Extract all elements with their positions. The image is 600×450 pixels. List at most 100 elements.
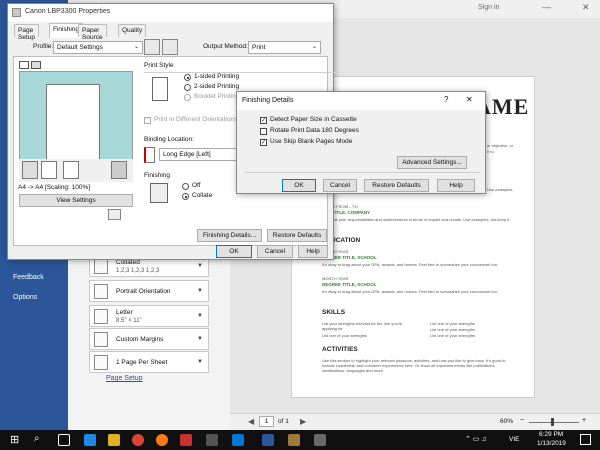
app-icon-brown[interactable]	[288, 434, 300, 446]
radio-2-sided[interactable]	[184, 84, 191, 91]
stack-icon[interactable]	[22, 161, 38, 179]
chevron-down-icon: ▼	[197, 263, 203, 269]
minimize-icon[interactable]: —	[542, 2, 551, 12]
chevron-down-icon: ▼	[197, 336, 203, 342]
fd-help-button[interactable]: Help	[437, 179, 475, 192]
preview-layout-icon[interactable]	[19, 61, 29, 69]
card-label: Collated	[116, 259, 140, 266]
preview-caption: A4 -> A4 [Scaling: 100%]	[18, 184, 91, 191]
rotate-print-data-label: Rotate Print Data 180 Degrees	[270, 127, 359, 134]
radio-finishing-collate[interactable]	[182, 193, 189, 200]
preview-printer-icon[interactable]	[31, 61, 41, 69]
sidebar-item-options[interactable]: Options	[13, 294, 37, 301]
offset-icon[interactable]	[63, 161, 79, 179]
radio-1-sided[interactable]	[184, 74, 191, 81]
fd-ok-button[interactable]: OK	[282, 179, 316, 192]
dialog-title: Finishing Details	[242, 97, 294, 104]
tab-page-setup[interactable]: Page Setup	[14, 24, 39, 41]
divider	[144, 72, 339, 73]
file-explorer-icon[interactable]	[108, 434, 120, 446]
edit-profile-button[interactable]	[162, 39, 178, 55]
zoom-slider-thumb[interactable]	[551, 418, 554, 426]
clock-date[interactable]: 1/13/2019	[537, 440, 566, 447]
fd-cancel-button[interactable]: Cancel	[323, 179, 357, 192]
app-icon-red[interactable]	[180, 434, 192, 446]
doc-text: ur objective, or	[487, 143, 514, 148]
rotate-print-data-checkbox[interactable]	[260, 128, 267, 135]
doc-text: DATES FROM – TO	[322, 204, 358, 209]
output-method-value: Print	[252, 44, 266, 51]
doc-list-item: List one of your strengths	[430, 321, 475, 326]
printer-taskbar-icon[interactable]	[314, 434, 326, 446]
tab-paper-source[interactable]: Paper Source	[78, 24, 107, 41]
finishing-details-dialog: Finishing Details ? ✕ ✓ Detect Paper Siz…	[236, 91, 486, 194]
view-settings-button[interactable]: View Settings	[19, 194, 133, 207]
option-1-sided-label: 1-sided Printing	[194, 73, 240, 80]
zoom-in-icon[interactable]: +	[582, 417, 586, 424]
cancel-button[interactable]: Cancel	[257, 245, 293, 258]
notifications-icon[interactable]	[580, 434, 591, 445]
printer-settings-icon[interactable]	[108, 209, 121, 220]
finishing-label: Finishing	[144, 172, 171, 179]
output-tray-icon[interactable]	[111, 161, 127, 179]
search-icon[interactable]: ⌕	[34, 433, 40, 444]
finishing-details-button[interactable]: Finishing Details...	[197, 229, 262, 242]
close-icon[interactable]: ✕	[582, 2, 590, 13]
add-profile-button[interactable]	[144, 39, 160, 55]
dialog-title: Canon LBP3300 Properties	[25, 8, 111, 15]
doc-list-item: List one of your strengths	[322, 333, 367, 338]
advanced-settings-button[interactable]: Advanced Settings...	[397, 156, 467, 169]
help-icon[interactable]: ?	[444, 95, 448, 104]
preview-navigation-bar: ◀ 1 of 1 ▶ 60% − +	[230, 413, 600, 430]
radio-booklet[interactable]	[184, 94, 191, 101]
sidebar-item-feedback[interactable]: Feedback	[13, 274, 44, 281]
next-page-icon[interactable]: ▶	[300, 417, 306, 426]
zoom-out-icon[interactable]: −	[520, 417, 524, 424]
binding-location-select[interactable]: Long Edge [Left]	[159, 148, 248, 161]
input-language[interactable]: VIE	[509, 436, 519, 443]
windows-taskbar: ⊞ ⌕ ⌃ ▭ ♫ VIE 6:29 PM 1/13/2019	[0, 430, 600, 450]
detect-paper-size-checkbox[interactable]: ✓	[260, 117, 267, 124]
skip-blank-pages-checkbox[interactable]: ✓	[260, 139, 267, 146]
binding-location-value: Long Edge [Left]	[163, 151, 211, 158]
margins-select[interactable]: Custom Margins ▼	[89, 328, 209, 350]
page-number-input[interactable]: 1	[259, 416, 274, 427]
collate-icon[interactable]	[41, 161, 57, 179]
system-tray-icons[interactable]: ⌃ ▭ ♫	[465, 435, 487, 443]
orientation-select[interactable]: Portrait Orientation ▼	[89, 280, 209, 302]
doc-degree: DEGREE TITLE, SCHOOL	[322, 282, 377, 287]
close-icon[interactable]: ✕	[466, 95, 473, 104]
ok-button[interactable]: OK	[216, 245, 252, 258]
store-icon[interactable]	[232, 434, 244, 446]
print-diff-orient-checkbox[interactable]	[144, 117, 151, 124]
help-button[interactable]: Help	[298, 245, 328, 258]
profile-select[interactable]: Default Settings ⌄	[53, 41, 143, 54]
option-booklet-label: Booklet Printing	[194, 93, 240, 100]
clock-time[interactable]: 6:29 PM	[539, 431, 563, 438]
radio-finishing-off[interactable]	[182, 183, 189, 190]
previous-page-icon[interactable]: ◀	[248, 417, 254, 426]
task-view-icon[interactable]	[58, 434, 70, 446]
zoom-slider[interactable]	[529, 422, 579, 423]
skip-blank-pages-label: Use Skip Blank Pages Mode	[270, 138, 353, 145]
chrome-icon[interactable]	[132, 434, 144, 446]
app-icon-gray[interactable]	[206, 434, 218, 446]
tab-quality[interactable]: Quality	[118, 24, 147, 37]
output-method-select[interactable]: Print ⌄	[248, 41, 321, 54]
finishing-collate-label: Collate	[192, 192, 213, 199]
edge-icon[interactable]	[84, 434, 96, 446]
card-sublabel: 1,2,3 1,2,3 1,2,3	[116, 268, 160, 274]
fd-restore-defaults-button[interactable]: Restore Defaults	[364, 179, 429, 192]
windows-start-icon[interactable]: ⊞	[10, 433, 19, 446]
restore-defaults-button[interactable]: Restore Defaults	[267, 229, 327, 242]
doc-text: Describe your responsibilities and achie…	[322, 217, 510, 227]
pages-per-sheet-select[interactable]: 1 Page Per Sheet ▼	[89, 351, 209, 373]
sign-in-link[interactable]: Sign in	[478, 4, 499, 11]
doc-text: MONTH YEAR	[322, 249, 349, 254]
firefox-icon[interactable]	[156, 434, 168, 446]
print-diff-orient-label: Print in Different Orientations	[154, 116, 238, 123]
paper-size-select[interactable]: Letter 8.5" × 11" ▼	[89, 305, 209, 327]
word-taskbar-icon[interactable]	[262, 434, 274, 446]
page-setup-link[interactable]: Page Setup	[106, 375, 143, 382]
collate-icon	[94, 259, 108, 274]
